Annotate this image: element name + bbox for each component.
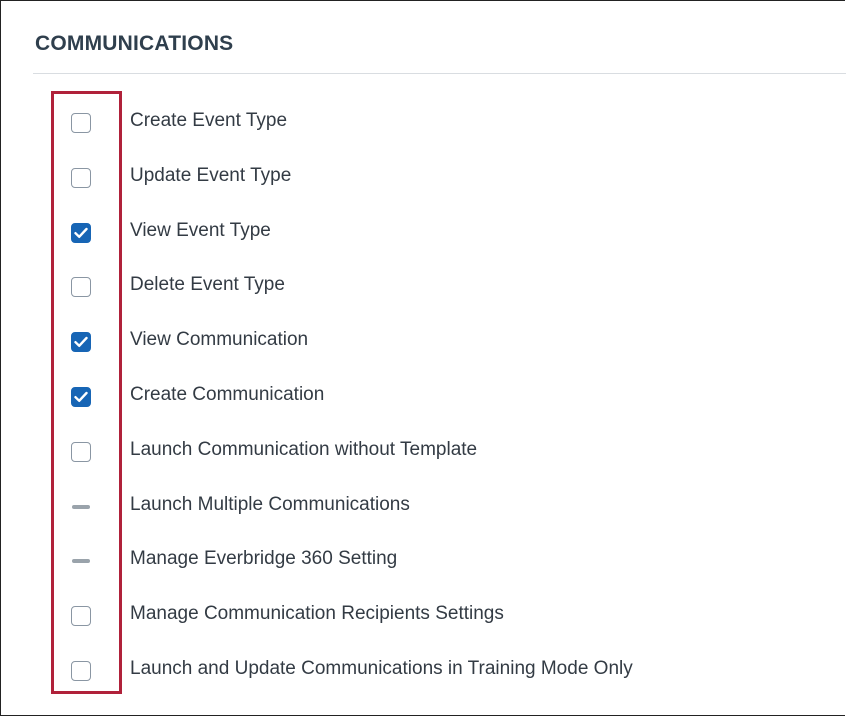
permission-label[interactable]: Create Communication: [130, 384, 324, 406]
permission-row: Create Communication: [0, 370, 846, 424]
permission-label[interactable]: Update Event Type: [130, 165, 291, 187]
permission-row: View Event Type: [0, 206, 846, 260]
permission-row: Launch Multiple Communications: [0, 480, 846, 534]
permission-row: Update Event Type: [0, 151, 846, 205]
permission-label[interactable]: Launch Multiple Communications: [130, 494, 410, 516]
section-title: COMMUNICATIONS: [35, 32, 234, 55]
permission-label[interactable]: Launch Communication without Template: [130, 439, 477, 461]
permission-label[interactable]: Manage Everbridge 360 Setting: [130, 548, 397, 570]
permission-label[interactable]: Delete Event Type: [130, 274, 285, 296]
permission-label[interactable]: Launch and Update Communications in Trai…: [130, 658, 633, 680]
permission-row: Create Event Type: [0, 96, 846, 150]
checkbox-column-highlight: [51, 91, 122, 694]
permission-row: Manage Everbridge 360 Setting: [0, 534, 846, 588]
permission-label[interactable]: View Communication: [130, 329, 308, 351]
section-divider: [33, 73, 846, 74]
permission-row: Delete Event Type: [0, 260, 846, 314]
permission-row: Launch Communication without Template: [0, 425, 846, 479]
permission-row: View Communication: [0, 315, 846, 369]
permission-row: Launch and Update Communications in Trai…: [0, 644, 846, 698]
permission-label[interactable]: View Event Type: [130, 220, 271, 242]
permission-row: Manage Communication Recipients Settings: [0, 589, 846, 643]
permission-label[interactable]: Create Event Type: [130, 110, 287, 132]
permission-label[interactable]: Manage Communication Recipients Settings: [130, 603, 504, 625]
